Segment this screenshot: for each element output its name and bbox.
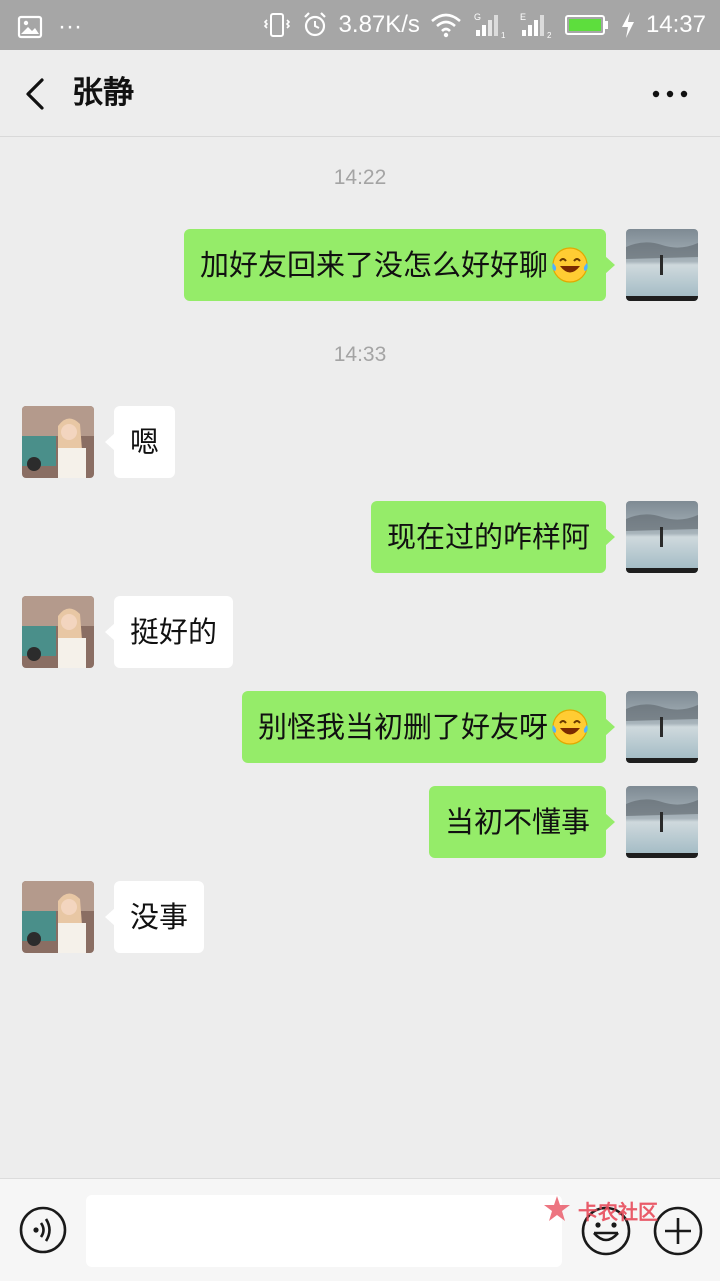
my-avatar-image xyxy=(626,501,698,573)
my-avatar-image xyxy=(626,786,698,858)
signal-sim1-icon: G 1 xyxy=(474,12,506,40)
message-text: 挺好的 xyxy=(130,615,218,649)
contact-avatar[interactable] xyxy=(22,406,94,478)
my-avatar-image xyxy=(626,691,698,763)
back-arrow-icon[interactable] xyxy=(18,76,54,112)
message-input[interactable] xyxy=(86,1195,562,1267)
charging-icon xyxy=(621,12,634,38)
laughing-tears-emoji-icon xyxy=(552,709,588,745)
contact-avatar[interactable] xyxy=(22,596,94,668)
sim1-network-type: G xyxy=(474,12,481,22)
my-avatar[interactable] xyxy=(626,786,698,858)
contact-avatar-image xyxy=(22,881,94,953)
signal-sim2-icon: E 2 xyxy=(520,12,552,40)
incoming-message-bubble[interactable]: 没事 xyxy=(104,881,205,953)
my-avatar-image xyxy=(626,229,698,301)
battery-icon xyxy=(564,15,608,35)
message-text: 别怪我当初删了好友呀 xyxy=(257,710,548,744)
contact-avatar[interactable] xyxy=(22,881,94,953)
message-text: 加好友回来了没怎么好好聊 xyxy=(199,248,548,282)
contact-avatar-image xyxy=(22,406,94,478)
more-options-icon[interactable] xyxy=(650,80,690,108)
svg-text:2: 2 xyxy=(547,31,552,40)
outgoing-message-bubble[interactable]: 加好友回来了没怎么好好聊 xyxy=(183,229,616,301)
outgoing-message-bubble[interactable]: 当初不懂事 xyxy=(428,786,616,858)
message-timestamp: 14:22 xyxy=(333,166,387,189)
alarm-icon xyxy=(303,12,326,37)
message-text: 嗯 xyxy=(130,425,160,459)
message-timestamp: 14:33 xyxy=(333,343,387,366)
outgoing-message-bubble[interactable]: 现在过的咋样阿 xyxy=(370,501,616,573)
emoji-picker-icon[interactable] xyxy=(580,1205,632,1257)
my-avatar[interactable] xyxy=(626,229,698,301)
message-text: 当初不懂事 xyxy=(444,805,590,839)
wifi-icon xyxy=(431,13,461,38)
chat-header: 张静 xyxy=(0,50,720,137)
chat-title: 张静 xyxy=(72,75,134,111)
outgoing-message-bubble[interactable]: 别怪我当初删了好友呀 xyxy=(241,691,616,763)
chat-input-bar xyxy=(0,1178,720,1281)
vibrate-icon xyxy=(263,13,290,37)
svg-text:1: 1 xyxy=(501,31,506,40)
incoming-message-bubble[interactable]: 嗯 xyxy=(104,406,176,478)
more-functions-plus-icon[interactable] xyxy=(652,1205,704,1257)
message-text: 没事 xyxy=(130,900,189,934)
status-bar: ··· 3.87K/s G 1 E 2 14:37 xyxy=(0,0,720,50)
gallery-notification-icon xyxy=(17,15,43,39)
message-text: 现在过的咋样阿 xyxy=(386,520,590,554)
sim2-network-type: E xyxy=(520,12,526,22)
network-speed: 3.87K/s xyxy=(338,11,420,38)
my-avatar[interactable] xyxy=(626,501,698,573)
voice-input-icon[interactable] xyxy=(18,1205,68,1255)
laughing-tears-emoji-icon xyxy=(552,247,588,283)
my-avatar[interactable] xyxy=(626,691,698,763)
status-time: 14:37 xyxy=(645,11,706,38)
contact-avatar-image xyxy=(22,596,94,668)
incoming-message-bubble[interactable]: 挺好的 xyxy=(104,596,234,668)
more-notifications-indicator: ··· xyxy=(58,13,82,40)
